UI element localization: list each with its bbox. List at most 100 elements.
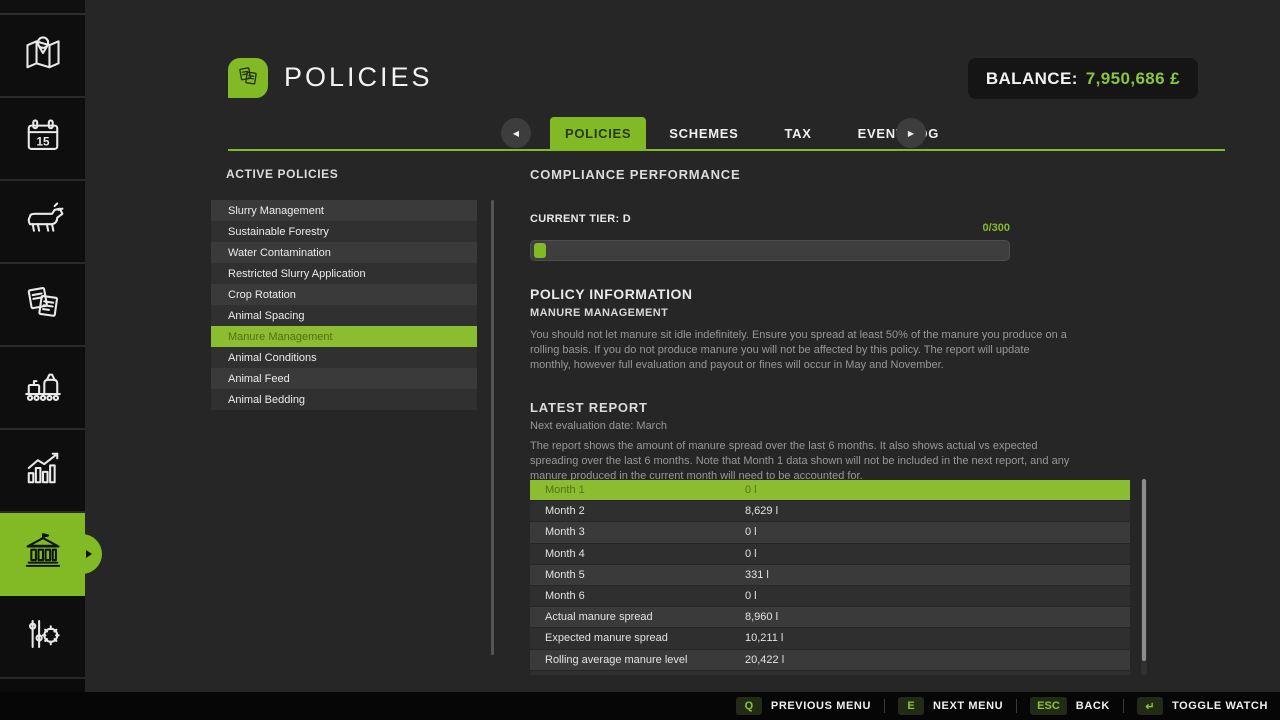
hint-divider: [1016, 699, 1017, 713]
row-label: Expected manure spread: [530, 632, 745, 644]
list-item[interactable]: Animal Bedding: [211, 389, 477, 410]
table-row-selected[interactable]: Month 1 0 l: [530, 480, 1130, 500]
compliance-title: COMPLIANCE PERFORMANCE: [530, 167, 740, 182]
compliance-progress-bar: [530, 240, 1010, 261]
row-value: 331 l: [745, 569, 769, 581]
settings-sliders-icon: [21, 612, 65, 661]
enter-key-icon: ↵: [1137, 697, 1163, 715]
tab-schemes[interactable]: SCHEMES: [646, 117, 761, 150]
table-row[interactable]: Expected manure spread 10,211 l: [530, 628, 1130, 648]
row-value: 20,422 l: [745, 654, 784, 666]
active-item-bump: [62, 534, 102, 574]
list-item[interactable]: Slurry Management: [211, 200, 477, 221]
bank-icon: [21, 529, 65, 578]
report-description: The report shows the amount of manure sp…: [530, 439, 1070, 484]
policy-description: You should not let manure sit idle indef…: [530, 328, 1070, 373]
next-tab-button[interactable]: ▶: [896, 118, 926, 148]
latest-report-title: LATEST REPORT: [530, 400, 648, 415]
hint-label: BACK: [1076, 700, 1110, 712]
e-key-icon: E: [898, 697, 924, 715]
policies-app-icon: [228, 58, 268, 98]
prev-tab-button[interactable]: ◀: [501, 118, 531, 148]
chevron-left-icon: ◀: [513, 129, 519, 138]
row-label: Month 3: [530, 526, 745, 538]
table-row[interactable]: Actual manure spread 8,960 l: [530, 607, 1130, 627]
row-value: 10,211 l: [745, 632, 783, 644]
calendar-icon: 15: [21, 114, 65, 163]
row-label: Month 4: [530, 548, 745, 560]
compliance-progress-fill: [534, 243, 546, 258]
list-item[interactable]: Water Contamination: [211, 242, 477, 263]
active-policies-list: Slurry Management Sustainable Forestry W…: [211, 200, 477, 410]
hint-divider: [1123, 699, 1124, 713]
active-policies-title: ACTIVE POLICIES: [226, 167, 338, 181]
table-scrollbar-track: [1141, 479, 1147, 675]
hint-label: TOGGLE WATCH: [1172, 700, 1268, 712]
hint-back[interactable]: ESC BACK: [1030, 697, 1123, 715]
panel-scrollbar[interactable]: [491, 200, 494, 655]
balance-label: BALANCE:: [986, 69, 1078, 89]
page-title: POLICIES: [284, 62, 433, 93]
list-item-selected[interactable]: Manure Management: [211, 326, 477, 347]
list-item[interactable]: Animal Conditions: [211, 347, 477, 368]
report-table: Month 1 0 l Month 2 8,629 l Month 3 0 l …: [530, 480, 1130, 675]
list-item[interactable]: Animal Spacing: [211, 305, 477, 326]
sidebar-item-finances[interactable]: [0, 513, 85, 596]
row-value: 8,960 l: [745, 611, 778, 623]
sidebar-item-animals[interactable]: [0, 181, 85, 264]
sidebar-item-production[interactable]: [0, 347, 85, 430]
table-row[interactable]: Rolling average manure level 20,422 l: [530, 650, 1130, 670]
sidebar-nav: 15: [0, 0, 85, 720]
contracts-icon: [21, 280, 65, 329]
cow-icon: [21, 197, 65, 246]
row-value: 0 l: [745, 526, 757, 538]
hint-next-menu[interactable]: E NEXT MENU: [898, 697, 1016, 715]
balance-display: BALANCE: 7,950,686 £: [968, 58, 1198, 99]
active-item-arrow-icon: [86, 550, 92, 558]
table-row[interactable]: Month 3 0 l: [530, 522, 1130, 542]
balance-value: 7,950,686 £: [1086, 69, 1180, 89]
list-item[interactable]: Restricted Slurry Application: [211, 263, 477, 284]
next-evaluation-date: Next evaluation date: March: [530, 420, 667, 432]
esc-key-icon: ESC: [1030, 697, 1067, 715]
policy-info-title: POLICY INFORMATION: [530, 286, 692, 302]
row-value: 0 l: [745, 484, 757, 496]
chevron-right-icon: ▶: [908, 129, 914, 138]
table-row[interactable]: Rating -: [530, 671, 1130, 675]
hint-label: NEXT MENU: [933, 700, 1003, 712]
documents-icon: [234, 62, 262, 95]
sidebar-item-statistics[interactable]: [0, 430, 85, 513]
hint-toggle-watch[interactable]: ↵ TOGGLE WATCH: [1137, 697, 1268, 715]
table-row[interactable]: Month 2 8,629 l: [530, 501, 1130, 521]
footer-hint-bar: Q PREVIOUS MENU E NEXT MENU ESC BACK ↵ T…: [0, 692, 1280, 720]
row-label: Month 1: [530, 484, 745, 496]
tab-tax[interactable]: TAX: [761, 117, 834, 150]
table-scrollbar-thumb[interactable]: [1142, 479, 1146, 661]
sidebar-item-calendar[interactable]: 15: [0, 98, 85, 181]
list-item[interactable]: Sustainable Forestry: [211, 221, 477, 242]
row-value: 0 l: [745, 548, 757, 560]
production-icon: [21, 363, 65, 412]
sidebar-item-settings[interactable]: [0, 596, 85, 679]
progress-value-label: 0/300: [530, 222, 1010, 234]
row-value: 8,629 l: [745, 505, 778, 517]
row-label: Month 2: [530, 505, 745, 517]
row-value: 0 l: [745, 590, 757, 602]
sidebar-item-map[interactable]: [0, 15, 85, 98]
hint-divider: [884, 699, 885, 713]
tab-underline: [228, 149, 1225, 151]
statistics-icon: [21, 446, 65, 495]
table-row[interactable]: Month 5 331 l: [530, 565, 1130, 585]
list-item[interactable]: Animal Feed: [211, 368, 477, 389]
table-row[interactable]: Month 6 0 l: [530, 586, 1130, 606]
hint-previous-menu[interactable]: Q PREVIOUS MENU: [736, 697, 884, 715]
list-item[interactable]: Crop Rotation: [211, 284, 477, 305]
policy-name-subtitle: MANURE MANAGEMENT: [530, 307, 668, 319]
sidebar-item-contracts[interactable]: [0, 264, 85, 347]
svg-text:15: 15: [36, 136, 49, 149]
row-label: Month 5: [530, 569, 745, 581]
table-row[interactable]: Month 4 0 l: [530, 544, 1130, 564]
row-label: Actual manure spread: [530, 611, 745, 623]
tab-policies[interactable]: POLICIES: [550, 117, 646, 150]
hint-label: PREVIOUS MENU: [771, 700, 871, 712]
